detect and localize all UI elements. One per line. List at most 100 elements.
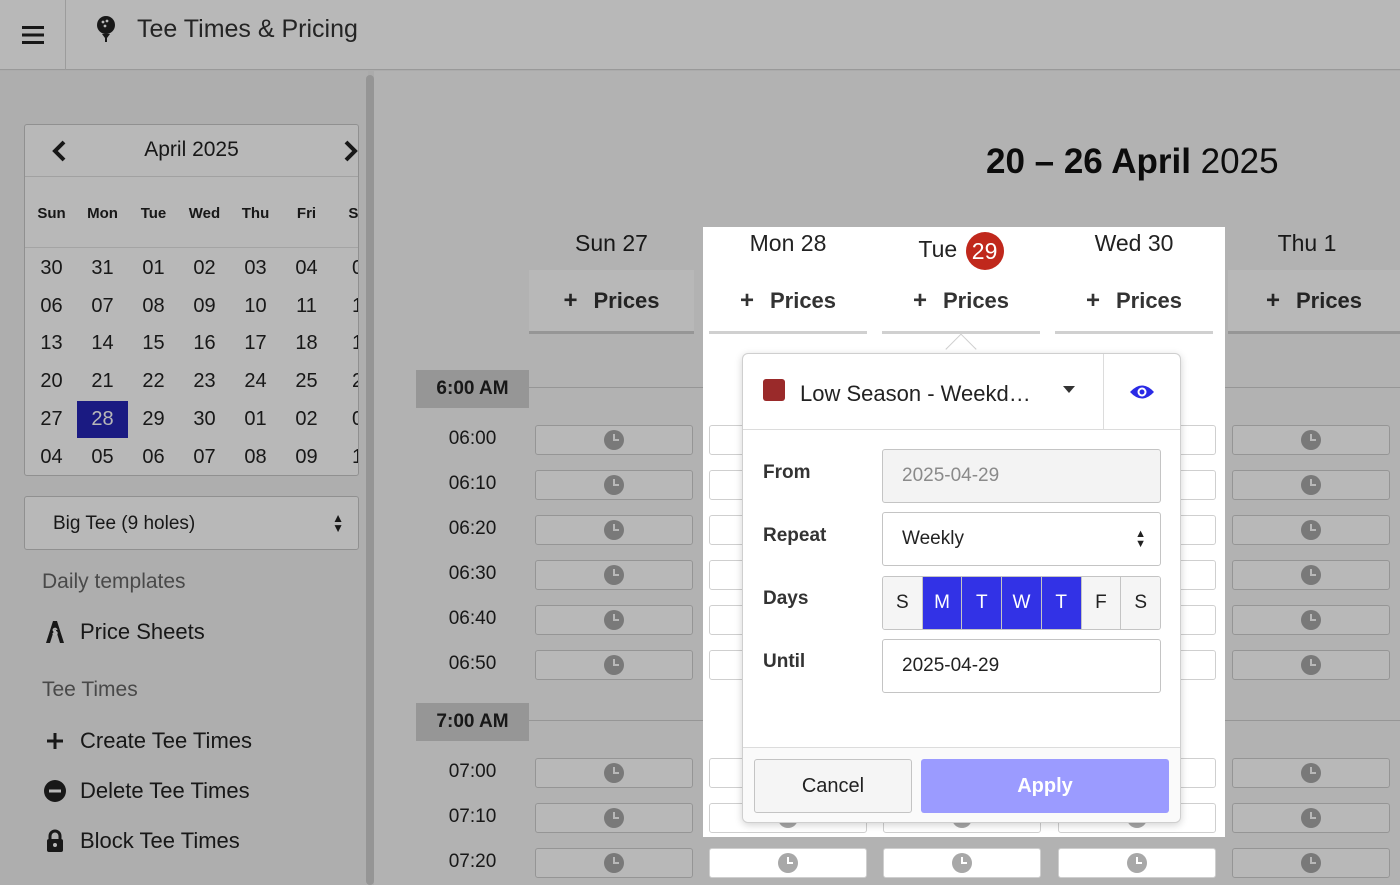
menu-button[interactable] (0, 0, 66, 70)
cancel-button[interactable]: Cancel (754, 759, 912, 813)
calendar-day[interactable]: 25 (281, 363, 332, 400)
calendar-day[interactable]: 09 (179, 288, 230, 325)
price-template-select[interactable]: Low Season - Weekd… (743, 354, 1104, 430)
calendar-day[interactable]: 08 (230, 439, 281, 475)
day-toggle-thu[interactable]: T (1041, 577, 1082, 629)
sidebar-scrollbar[interactable] (366, 75, 374, 885)
calendar-day[interactable]: 30 (26, 250, 77, 287)
calendar-day[interactable]: 16 (179, 325, 230, 362)
tee-time-slot[interactable] (1232, 758, 1390, 788)
calendar-day[interactable]: 01 (230, 401, 281, 438)
tee-time-slot[interactable] (535, 515, 693, 545)
chevron-right-icon[interactable] (339, 139, 359, 163)
calendar-day[interactable]: 31 (77, 250, 128, 287)
until-date-input[interactable]: 2025-04-29 (882, 639, 1161, 693)
tee-time-slot[interactable] (1232, 470, 1390, 500)
price-sheets-link[interactable]: $ Price Sheets (42, 617, 205, 647)
calendar-day[interactable]: 30 (179, 401, 230, 438)
calendar-day[interactable]: 24 (230, 363, 281, 400)
calendar-day[interactable]: 17 (230, 325, 281, 362)
prices-button-thu[interactable]: + Prices (1228, 270, 1400, 334)
tee-time-slot[interactable] (535, 758, 693, 788)
tee-time-slot[interactable] (1232, 560, 1390, 590)
calendar-day[interactable]: 10 (230, 288, 281, 325)
calendar-day[interactable]: 23 (179, 363, 230, 400)
tee-time-slot[interactable] (883, 848, 1041, 878)
tee-time-slot[interactable] (1058, 848, 1216, 878)
course-select[interactable]: Big Tee (9 holes) ▲ ▼ (24, 496, 359, 550)
calendar-day[interactable]: 22 (128, 363, 179, 400)
calendar-day[interactable]: 29 (128, 401, 179, 438)
create-tee-times-link[interactable]: Create Tee Times (42, 726, 252, 756)
calendar-day[interactable]: 09 (281, 439, 332, 475)
tee-time-slot[interactable] (1232, 650, 1390, 680)
calendar-day[interactable]: 2 (332, 363, 358, 400)
calendar-day[interactable]: 04 (26, 439, 77, 475)
from-label: From (763, 462, 811, 483)
time-label: 07:20 (448, 851, 497, 872)
calendar-day[interactable]: 03 (230, 250, 281, 287)
calendar-day[interactable]: 13 (26, 325, 77, 362)
calendar-day[interactable]: 1 (332, 439, 358, 475)
delete-tee-times-link[interactable]: Delete Tee Times (42, 776, 250, 806)
tee-time-slot[interactable] (1232, 848, 1390, 878)
tee-time-slot[interactable] (709, 848, 867, 878)
tee-time-slot[interactable] (535, 605, 693, 635)
prices-button-wed[interactable]: + Prices (1055, 270, 1213, 334)
day-toggle-fri[interactable]: F (1081, 577, 1122, 629)
day-toggle-wed[interactable]: W (1002, 577, 1042, 629)
calendar-day[interactable]: 1 (332, 288, 358, 325)
apply-button[interactable]: Apply (921, 759, 1169, 813)
day-toggle-tue[interactable]: T (962, 577, 1003, 629)
prices-button-tue[interactable]: + Prices (882, 270, 1040, 334)
calendar-day[interactable]: 1 (332, 325, 358, 362)
calendar-day[interactable]: 05 (77, 439, 128, 475)
prices-label: Prices (769, 287, 837, 313)
calendar-day[interactable]: 07 (77, 288, 128, 325)
tee-time-slot[interactable] (535, 848, 693, 878)
calendar-day[interactable]: 27 (26, 401, 77, 438)
tee-time-slot[interactable] (535, 560, 693, 590)
repeat-select[interactable]: Weekly ▲ ▼ (882, 512, 1161, 566)
calendar-day[interactable]: 01 (128, 250, 179, 287)
calendar-day[interactable]: 06 (128, 439, 179, 475)
calendar-day[interactable]: 14 (77, 325, 128, 362)
day-header-wed: Wed 30 (1094, 230, 1174, 256)
tee-time-slot[interactable] (1232, 425, 1390, 455)
price-template-popover: Low Season - Weekd… From 2025-04-29 Repe… (742, 353, 1181, 823)
prices-button-mon[interactable]: + Prices (709, 270, 867, 334)
tee-time-slot[interactable] (535, 650, 693, 680)
calendar-day[interactable]: 07 (179, 439, 230, 475)
calendar-day[interactable]: 28 (77, 401, 128, 438)
calendar-day[interactable]: 21 (77, 363, 128, 400)
calendar-weekday-label: Thu (241, 205, 270, 222)
lock-icon (42, 828, 68, 854)
calendar-day[interactable]: 0 (332, 401, 358, 438)
calendar-day[interactable]: 0 (332, 250, 358, 287)
calendar-day[interactable]: 02 (281, 401, 332, 438)
calendar-day[interactable]: 11 (281, 288, 332, 325)
calendar-day[interactable]: 20 (26, 363, 77, 400)
tee-time-slot[interactable] (1232, 515, 1390, 545)
prices-button-sun[interactable]: + Prices (529, 270, 694, 334)
day-toggle-sat[interactable]: S (1121, 577, 1160, 629)
calendar-day[interactable]: 06 (26, 288, 77, 325)
tee-time-slot[interactable] (535, 803, 693, 833)
day-header-thu: Thu 1 (1277, 230, 1337, 256)
calendar-weekday-label: Fri (296, 205, 317, 222)
calendar-day[interactable]: 08 (128, 288, 179, 325)
block-tee-times-link[interactable]: Block Tee Times (42, 826, 240, 856)
calendar-day[interactable]: 04 (281, 250, 332, 287)
calendar-day[interactable]: 15 (128, 325, 179, 362)
preview-button[interactable] (1104, 354, 1180, 430)
template-color-swatch (763, 379, 785, 401)
calendar-day[interactable]: 02 (179, 250, 230, 287)
tee-time-slot[interactable] (1232, 803, 1390, 833)
tee-time-slot[interactable] (535, 425, 693, 455)
tee-time-slot[interactable] (535, 470, 693, 500)
day-toggle-sun[interactable]: S (883, 577, 923, 629)
day-toggle-mon[interactable]: M (922, 577, 963, 629)
tee-time-slot[interactable] (1232, 605, 1390, 635)
from-date-input[interactable]: 2025-04-29 (882, 449, 1161, 503)
calendar-day[interactable]: 18 (281, 325, 332, 362)
